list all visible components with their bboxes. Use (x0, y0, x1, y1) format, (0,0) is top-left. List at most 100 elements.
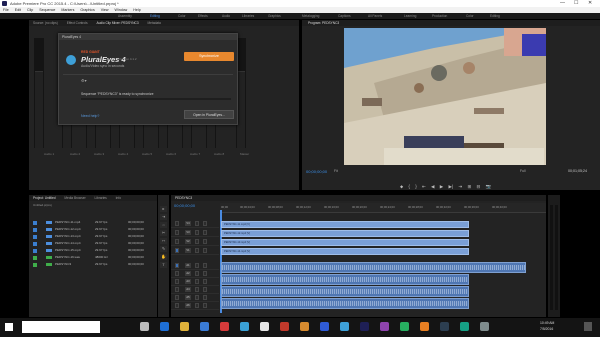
solo-toggle-icon[interactable] (203, 295, 207, 300)
maximize-button[interactable]: ☐ (574, 0, 578, 7)
settings-gear-icon[interactable]: ⚙▾ (81, 78, 87, 83)
workspace-tab-active[interactable]: Editing (150, 13, 160, 19)
project-item[interactable]: PEDSYNC-15.mp4 29.97 fps 00;00;00;00 (33, 247, 151, 254)
chrome-icon[interactable] (260, 322, 269, 331)
mute-toggle-icon[interactable] (195, 295, 199, 300)
eye-toggle-icon[interactable] (203, 239, 207, 244)
workspace-tab[interactable]: Audio (222, 13, 230, 19)
pluraleyes-taskbar-icon[interactable] (340, 322, 349, 331)
slip-tool-icon[interactable]: ⇿ (160, 238, 167, 244)
solo-toggle-icon[interactable] (203, 287, 207, 292)
clock-date[interactable]: 7/5/2016 (540, 327, 553, 331)
mute-toggle-icon[interactable] (195, 271, 199, 276)
open-in-pluraleyes-button[interactable]: Open in PluralEyes... (184, 110, 234, 119)
solo-toggle-icon[interactable] (203, 263, 207, 268)
solo-toggle-icon[interactable] (203, 279, 207, 284)
app-icon[interactable] (480, 322, 489, 331)
mute-toggle-icon[interactable] (195, 263, 199, 268)
lock-toggle-icon[interactable] (175, 239, 179, 244)
track-header-a3[interactable]: A3 (171, 278, 219, 286)
lift-button[interactable]: ⊞ (467, 184, 471, 189)
clock-time[interactable]: 10:49 AM (540, 321, 554, 325)
tab-sequence[interactable]: PEDSYNC3 (175, 196, 192, 200)
menu-file[interactable]: File (3, 8, 9, 12)
project-item[interactable]: PEDSYNC-11.mp4 29.97 fps 00;00;00;00 (33, 219, 151, 226)
track-header-a1[interactable]: A1 (171, 262, 219, 270)
track-header-a5[interactable]: A5 (171, 294, 219, 302)
mark-out-button[interactable]: } (415, 184, 417, 189)
mixer-meter[interactable] (34, 38, 44, 148)
app-icon[interactable] (240, 322, 249, 331)
workspace-tab[interactable]: Captions (338, 13, 351, 19)
audio-clip[interactable] (221, 274, 469, 285)
track-select-tool-icon[interactable]: ⇥ (160, 214, 167, 220)
marker-button[interactable]: ⬥ (400, 184, 403, 189)
lock-toggle-icon[interactable] (175, 221, 179, 226)
mute-toggle-icon[interactable] (195, 279, 199, 284)
ripple-edit-tool-icon[interactable]: ⇔ (160, 222, 167, 228)
solo-toggle-icon[interactable] (203, 271, 207, 276)
project-item[interactable]: PEDSYNC-12.mp4 29.97 fps 00;00;00;00 (33, 226, 151, 233)
project-item[interactable]: PEDSYNC-16.wav 48000 Hz 00;00;00;00 (33, 254, 151, 261)
premiere-taskbar-icon[interactable] (360, 322, 369, 331)
hand-tool-icon[interactable]: ✋ (160, 254, 167, 260)
program-video-frame[interactable] (344, 28, 546, 165)
workspace-tab[interactable]: Learning (404, 13, 416, 19)
tab-media-browser[interactable]: Media Browser (64, 196, 85, 200)
edge-icon[interactable] (160, 322, 169, 331)
minimize-button[interactable]: — (560, 0, 565, 7)
workspace-tab[interactable]: Graphics (268, 13, 281, 19)
menu-markers[interactable]: Markers (61, 8, 74, 12)
video-clip[interactable]: PEDSYNC-12.mp4 [V] (221, 230, 469, 237)
synchronize-button[interactable]: Synchronize (184, 52, 234, 61)
app-icon[interactable] (460, 322, 469, 331)
tab-project[interactable]: Project: Untitled (33, 196, 56, 200)
tab-effect-controls[interactable]: Effect Controls (67, 21, 88, 25)
source-patch-icon[interactable] (175, 263, 179, 268)
lock-toggle-icon[interactable] (175, 248, 179, 253)
menu-sequence[interactable]: Sequence (39, 8, 55, 12)
source-patch-icon[interactable] (175, 303, 179, 308)
workspace-tab[interactable]: Production (432, 13, 447, 19)
app-icon[interactable] (220, 322, 229, 331)
track-header-v1[interactable]: V1 (171, 247, 219, 255)
audio-clip[interactable] (221, 262, 526, 273)
timeline-timecode[interactable]: 00;00;00;00 (174, 203, 195, 208)
menu-window[interactable]: Window (115, 8, 128, 12)
go-to-in-button[interactable]: ⇤ (422, 184, 426, 189)
track-header-a4[interactable]: A4 (171, 286, 219, 294)
sync-lock-icon[interactable] (195, 230, 199, 235)
program-timecode[interactable]: 00;00;00;00 (306, 169, 327, 174)
project-item[interactable]: PEDSYNC-13.mp4 29.97 fps 00;00;00;00 (33, 233, 151, 240)
menu-help[interactable]: Help (133, 8, 140, 12)
workspace-tab[interactable]: Metalogging (302, 13, 319, 19)
sync-lock-icon[interactable] (195, 221, 199, 226)
app-icon[interactable] (300, 322, 309, 331)
menu-view[interactable]: View (101, 8, 109, 12)
source-patch-icon[interactable] (175, 287, 179, 292)
menu-clip[interactable]: Clip (27, 8, 33, 12)
tab-audio-clip-mixer[interactable]: Audio Clip Mixer: PEDSYNC3 (96, 21, 138, 25)
extract-button[interactable]: ⊟ (477, 184, 481, 189)
source-patch-icon[interactable] (175, 271, 179, 276)
sync-lock-icon[interactable] (195, 248, 199, 253)
app-icon[interactable] (440, 322, 449, 331)
task-view-icon[interactable] (140, 322, 149, 331)
app-icon[interactable] (280, 322, 289, 331)
mark-in-button[interactable]: { (408, 184, 410, 189)
app-icon[interactable] (380, 322, 389, 331)
audio-clip[interactable] (221, 298, 469, 309)
step-back-button[interactable]: ◀ (431, 184, 434, 189)
eye-toggle-icon[interactable] (203, 248, 207, 253)
sync-lock-icon[interactable] (195, 239, 199, 244)
workspace-tab[interactable]: Color (466, 13, 474, 19)
track-header-v4[interactable]: V4 (171, 220, 219, 228)
menu-edit[interactable]: Edit (15, 8, 21, 12)
workspace-tab[interactable]: Assembly (118, 13, 132, 19)
solo-toggle-icon[interactable] (203, 303, 207, 308)
video-clip[interactable]: PEDSYNC-13.mp4 [V] (221, 239, 469, 246)
workspace-tab[interactable]: Effects (198, 13, 208, 19)
tab-source[interactable]: Source: (no clips) (33, 21, 58, 25)
selection-tool-icon[interactable]: ▸ (160, 206, 167, 212)
taskbar-search-box[interactable] (22, 321, 100, 333)
